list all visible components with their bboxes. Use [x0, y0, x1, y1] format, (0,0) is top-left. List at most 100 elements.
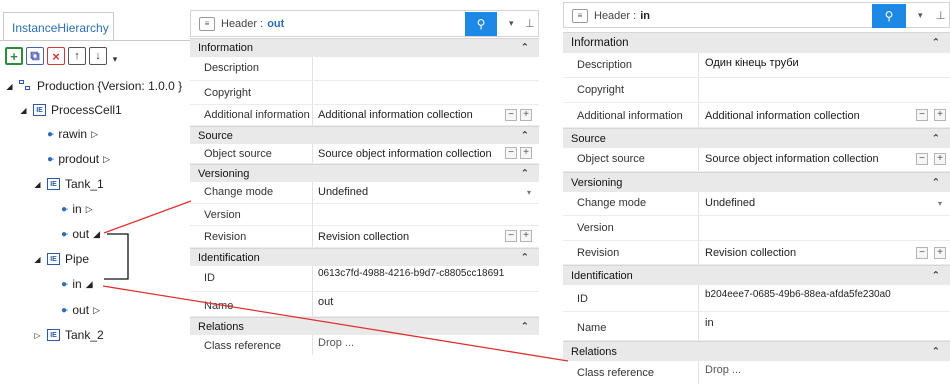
- remove-button[interactable]: −: [505, 109, 517, 121]
- collapse-icon[interactable]: ◢: [93, 229, 100, 240]
- remove-button[interactable]: −: [916, 109, 928, 121]
- section-versioning[interactable]: Versioning ⌃: [190, 164, 539, 182]
- collapse-icon[interactable]: ◢: [5, 82, 14, 91]
- tree-node-rawin[interactable]: ●- rawin ▷: [47, 125, 98, 143]
- tree-node-tank1-in[interactable]: ●- in ▷: [61, 200, 93, 218]
- add-button[interactable]: +: [934, 247, 946, 259]
- add-element-button[interactable]: +: [5, 47, 23, 65]
- expand-icon[interactable]: ▷: [86, 204, 93, 215]
- section-relations[interactable]: Relations ⌃: [563, 341, 950, 361]
- tree-node-pipe[interactable]: ◢ IE Pipe: [33, 250, 89, 268]
- row-revision: Revision Revision collection − +: [190, 226, 539, 248]
- collapse-icon[interactable]: ◢: [33, 255, 42, 264]
- tree-node-tank2[interactable]: ▷ IE Tank_2: [33, 326, 104, 344]
- add-button[interactable]: +: [520, 230, 532, 242]
- row-id: ID b204eee7-0685-49b6-88ea-afda5fe230a0: [563, 285, 950, 312]
- change-mode-select[interactable]: Undefined: [318, 186, 368, 198]
- row-change-mode: Change mode Undefined ▾: [190, 182, 539, 204]
- expand-icon[interactable]: ▷: [91, 129, 98, 140]
- section-relations[interactable]: Relations ⌃: [190, 317, 539, 335]
- dropdown-caret-icon[interactable]: ▾: [918, 10, 923, 21]
- name-field[interactable]: in: [705, 317, 714, 329]
- expand-icon[interactable]: ▷: [103, 154, 110, 165]
- collapse-chevron-icon[interactable]: ⌃: [932, 346, 940, 357]
- add-button[interactable]: +: [934, 153, 946, 165]
- value-additional-information[interactable]: Additional information collection: [318, 109, 473, 121]
- toolbar-overflow-icon[interactable]: ▾: [110, 48, 120, 65]
- remove-button[interactable]: −: [505, 147, 517, 159]
- value-object-source[interactable]: Source object information collection: [318, 148, 492, 160]
- class-reference-drop-target[interactable]: Drop ...: [705, 364, 741, 376]
- collapse-icon[interactable]: ◢: [33, 180, 42, 189]
- section-title: Information: [571, 37, 629, 49]
- row-additional-information: Additional information Additional inform…: [563, 103, 950, 128]
- node-label: Tank_2: [65, 328, 104, 342]
- collapse-chevron-icon[interactable]: ⌃: [521, 43, 529, 54]
- move-down-button[interactable]: ↓: [89, 47, 107, 65]
- duplicate-button[interactable]: ⧉: [26, 47, 44, 65]
- collapse-chevron-icon[interactable]: ⌃: [932, 38, 940, 49]
- tree-node-tank1-out[interactable]: ●- out ◢: [61, 225, 100, 243]
- locate-pin-icon[interactable]: ⚲: [465, 12, 497, 36]
- value-object-source[interactable]: Source object information collection: [705, 153, 879, 165]
- expand-icon[interactable]: ▷: [33, 331, 42, 340]
- label-id: ID: [577, 293, 588, 305]
- section-identification[interactable]: Identification ⌃: [190, 248, 539, 266]
- collapse-icon[interactable]: ◢: [86, 279, 93, 290]
- value-revision[interactable]: Revision collection: [318, 231, 409, 243]
- add-button[interactable]: +: [520, 147, 532, 159]
- remove-button[interactable]: −: [916, 153, 928, 165]
- value-additional-information[interactable]: Additional information collection: [705, 110, 860, 122]
- pushpin-icon[interactable]: ⊥: [936, 9, 946, 22]
- name-field[interactable]: out: [318, 296, 333, 308]
- dropdown-caret-icon[interactable]: ▾: [509, 18, 514, 29]
- collapse-chevron-icon[interactable]: ⌃: [932, 177, 940, 188]
- tree-node-processcell1[interactable]: ◢ IE ProcessCell1: [19, 101, 121, 119]
- section-title: Versioning: [198, 167, 250, 180]
- value-description[interactable]: Один кінець труби: [705, 57, 799, 69]
- move-up-button[interactable]: ↑: [68, 47, 86, 65]
- pushpin-icon[interactable]: ⊥: [525, 17, 535, 30]
- remove-button[interactable]: −: [916, 247, 928, 259]
- tree-node-pipe-in[interactable]: ●- in ◢: [61, 275, 93, 293]
- tab-instance-hierarchy[interactable]: InstanceHierarchy: [3, 12, 114, 41]
- add-button[interactable]: +: [934, 109, 946, 121]
- label-name: Name: [204, 300, 234, 312]
- label-description: Description: [577, 59, 633, 71]
- internal-element-icon: IE: [47, 178, 60, 190]
- id-field[interactable]: b204eee7-0685-49b6-88ea-afda5fe230a0: [705, 289, 891, 300]
- collapse-chevron-icon[interactable]: ⌃: [521, 168, 529, 179]
- value-revision[interactable]: Revision collection: [705, 247, 796, 259]
- section-information[interactable]: Information ⌃: [190, 38, 539, 57]
- tree-node-pipe-out[interactable]: ●- out ▷: [61, 301, 100, 319]
- collapse-chevron-icon[interactable]: ⌃: [521, 252, 529, 263]
- collapse-icon[interactable]: ◢: [19, 106, 28, 115]
- section-versioning[interactable]: Versioning ⌃: [563, 172, 950, 192]
- class-reference-drop-target[interactable]: Drop ...: [318, 337, 354, 349]
- delete-button[interactable]: ×: [47, 47, 65, 65]
- chevron-down-icon[interactable]: ▾: [527, 188, 531, 197]
- collapse-chevron-icon[interactable]: ⌃: [932, 133, 940, 144]
- collapse-chevron-icon[interactable]: ⌃: [521, 321, 529, 332]
- change-mode-select[interactable]: Undefined: [705, 197, 755, 209]
- tree-node-prodout[interactable]: ●- prodout ▷: [47, 150, 110, 168]
- node-label: Production: [37, 79, 95, 93]
- expand-icon[interactable]: ▷: [93, 305, 100, 316]
- add-button[interactable]: +: [520, 109, 532, 121]
- collapse-chevron-icon[interactable]: ⌃: [932, 270, 940, 281]
- id-field[interactable]: 0613c7fd-4988-4216-b9d7-c8805cc18691: [318, 268, 504, 279]
- chevron-down-icon[interactable]: ▾: [938, 199, 942, 208]
- header-properties-panel-in: ≡ Header : in ⚲ ▾ ⊥ Information ⌃ Descrip…: [563, 2, 950, 384]
- remove-button[interactable]: −: [505, 230, 517, 242]
- section-source[interactable]: Source ⌃: [563, 128, 950, 148]
- external-interface-icon: ●-: [47, 128, 55, 140]
- section-identification[interactable]: Identification ⌃: [563, 265, 950, 285]
- section-information[interactable]: Information ⌃: [563, 32, 950, 53]
- collapse-chevron-icon[interactable]: ⌃: [521, 130, 529, 141]
- locate-pin-icon[interactable]: ⚲: [872, 4, 906, 28]
- section-source[interactable]: Source ⌃: [190, 126, 539, 144]
- node-label: out: [72, 227, 90, 241]
- tree-node-tank1[interactable]: ◢ IE Tank_1: [33, 175, 103, 193]
- tree-node-production[interactable]: ◢ Production {Version: 1.0.0 }: [5, 77, 182, 95]
- external-interface-icon: ●-: [61, 278, 69, 290]
